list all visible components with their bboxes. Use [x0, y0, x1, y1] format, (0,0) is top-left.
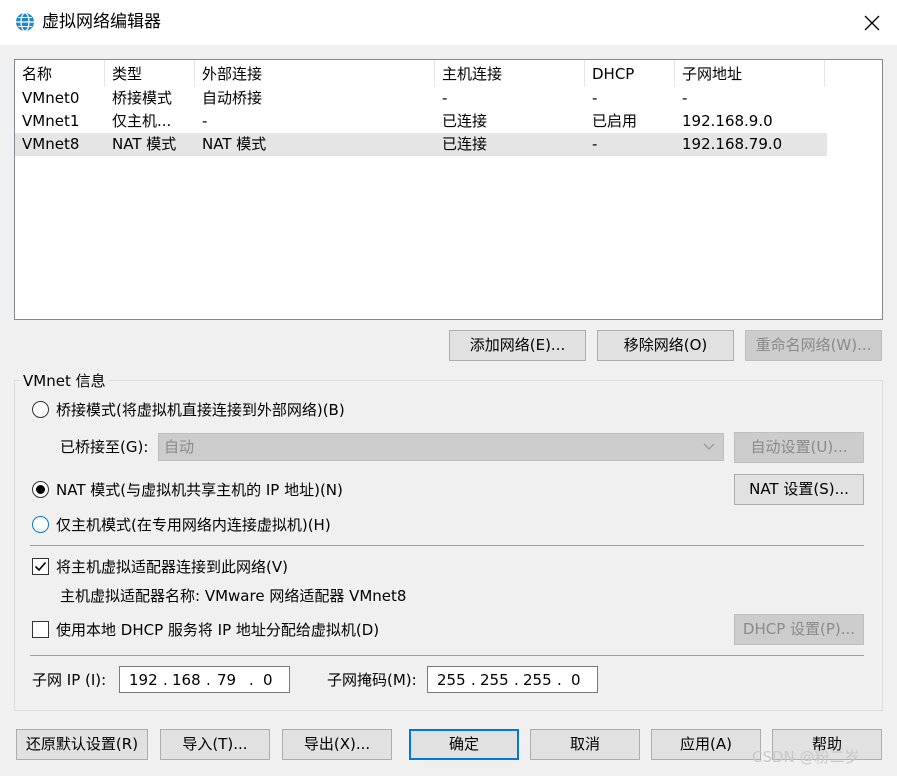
- cell-dhcp: 已启用: [592, 112, 638, 130]
- nat-mode-radio[interactable]: [32, 481, 49, 498]
- ip-octet: 79: [217, 671, 237, 689]
- mask-octet: 255: [480, 671, 509, 689]
- ip-octet: 168: [172, 671, 201, 689]
- subnet-ip-label: 子网 IP (I):: [32, 671, 107, 689]
- cell-subnet: 192.168.79.0: [682, 135, 783, 153]
- cell-external: -: [202, 112, 208, 130]
- vmnet-info-legend: VMnet 信息: [20, 371, 109, 391]
- table-row-selected[interactable]: VMnet8 NAT 模式 NAT 模式 已连接 - 192.168.79.0: [15, 133, 827, 156]
- table-row[interactable]: VMnet1 仅主机... - 已连接 已启用 192.168.9.0: [15, 110, 827, 133]
- nat-mode-label[interactable]: NAT 模式(与虚拟机共享主机的 IP 地址)(N): [56, 480, 343, 500]
- import-button[interactable]: 导入(T)...: [160, 729, 270, 760]
- network-list[interactable]: 名称 类型 外部连接 主机连接 DHCP 子网地址 VMnet0 桥接模式 自动…: [14, 59, 883, 320]
- cell-type: 桥接模式: [112, 89, 173, 107]
- list-header: 名称 类型 外部连接 主机连接 DHCP 子网地址: [15, 60, 882, 87]
- mask-octet: 255: [523, 671, 552, 689]
- cell-dhcp: -: [592, 89, 598, 107]
- close-button[interactable]: [852, 6, 892, 40]
- csdn-watermark: CSDN @粉二岁: [752, 748, 860, 766]
- connect-adapter-checkbox[interactable]: [32, 558, 49, 575]
- bridged-to-value: 自动: [164, 438, 195, 456]
- column-header-external[interactable]: 外部连接: [195, 60, 435, 87]
- dhcp-label[interactable]: 使用本地 DHCP 服务将 IP 地址分配给虚拟机(D): [56, 620, 379, 640]
- connect-adapter-label[interactable]: 将主机虚拟适配器连接到此网络(V): [56, 557, 288, 577]
- column-header-subnet[interactable]: 子网地址: [675, 60, 825, 87]
- cell-type: NAT 模式: [112, 135, 177, 153]
- cell-name: VMnet8: [22, 135, 80, 153]
- subnet-mask-input[interactable]: 255 . 255 . 255 . 0: [427, 666, 598, 693]
- column-header-dhcp[interactable]: DHCP: [585, 60, 675, 87]
- adapter-name-label: 主机虚拟适配器名称: VMware 网络适配器 VMnet8: [60, 587, 407, 605]
- dhcp-checkbox[interactable]: [32, 621, 49, 638]
- restore-defaults-button[interactable]: 还原默认设置(R): [16, 729, 148, 760]
- cancel-button[interactable]: 取消: [530, 729, 640, 760]
- cell-dhcp: -: [592, 135, 598, 153]
- add-network-button[interactable]: 添加网络(E)...: [449, 330, 586, 361]
- cell-subnet: -: [682, 89, 688, 107]
- ok-button[interactable]: 确定: [409, 729, 519, 760]
- ip-dot: .: [557, 671, 562, 689]
- subnet-ip-input[interactable]: 192 . 168 . 79 . 0: [119, 666, 290, 693]
- subnet-mask-label: 子网掩码(M):: [327, 671, 417, 689]
- column-header-type[interactable]: 类型: [105, 60, 195, 87]
- globe-icon: [14, 11, 36, 33]
- window-title: 虚拟网络编辑器: [42, 12, 161, 32]
- ip-dot: .: [471, 671, 476, 689]
- table-row[interactable]: VMnet0 桥接模式 自动桥接 - - -: [15, 87, 827, 110]
- checkmark-icon: [34, 561, 47, 572]
- cell-external: NAT 模式: [202, 135, 267, 153]
- mask-octet: 255: [437, 671, 466, 689]
- cell-subnet: 192.168.9.0: [682, 112, 773, 130]
- separator: [30, 545, 864, 546]
- ip-dot: .: [206, 671, 211, 689]
- cell-host: 已连接: [442, 135, 488, 153]
- title-bar: 虚拟网络编辑器: [0, 0, 897, 45]
- column-header-name[interactable]: 名称: [15, 60, 105, 87]
- ip-octet: 0: [263, 671, 273, 689]
- mask-octet: 0: [571, 671, 581, 689]
- cell-host: 已连接: [442, 112, 488, 130]
- export-button[interactable]: 导出(X)...: [282, 729, 392, 760]
- chevron-down-icon: [703, 443, 715, 450]
- bridge-mode-label[interactable]: 桥接模式(将虚拟机直接连接到外部网络)(B): [56, 400, 345, 420]
- ip-dot: .: [514, 671, 519, 689]
- ip-octet: 192: [129, 671, 158, 689]
- cell-type: 仅主机...: [112, 112, 172, 130]
- remove-network-button[interactable]: 移除网络(O): [597, 330, 734, 361]
- separator: [30, 655, 864, 656]
- host-only-label[interactable]: 仅主机模式(在专用网络内连接虚拟机)(H): [56, 515, 331, 535]
- apply-button[interactable]: 应用(A): [651, 729, 761, 760]
- ip-dot: .: [249, 671, 254, 689]
- close-icon[interactable]: [864, 15, 880, 31]
- cell-name: VMnet0: [22, 89, 80, 107]
- dhcp-settings-button[interactable]: DHCP 设置(P)...: [734, 614, 864, 645]
- bridge-mode-radio[interactable]: [32, 401, 49, 418]
- cell-external: 自动桥接: [202, 89, 263, 107]
- rename-network-button[interactable]: 重命名网络(W)...: [745, 330, 882, 361]
- cell-host: -: [442, 89, 448, 107]
- auto-settings-button[interactable]: 自动设置(U)...: [734, 432, 864, 463]
- bridged-to-label: 已桥接至(G):: [60, 438, 149, 456]
- ip-dot: .: [163, 671, 168, 689]
- host-only-radio[interactable]: [32, 516, 49, 533]
- bridged-to-select[interactable]: 自动: [158, 433, 724, 461]
- cell-name: VMnet1: [22, 112, 80, 130]
- column-header-host[interactable]: 主机连接: [435, 60, 585, 87]
- nat-settings-button[interactable]: NAT 设置(S)...: [734, 474, 864, 505]
